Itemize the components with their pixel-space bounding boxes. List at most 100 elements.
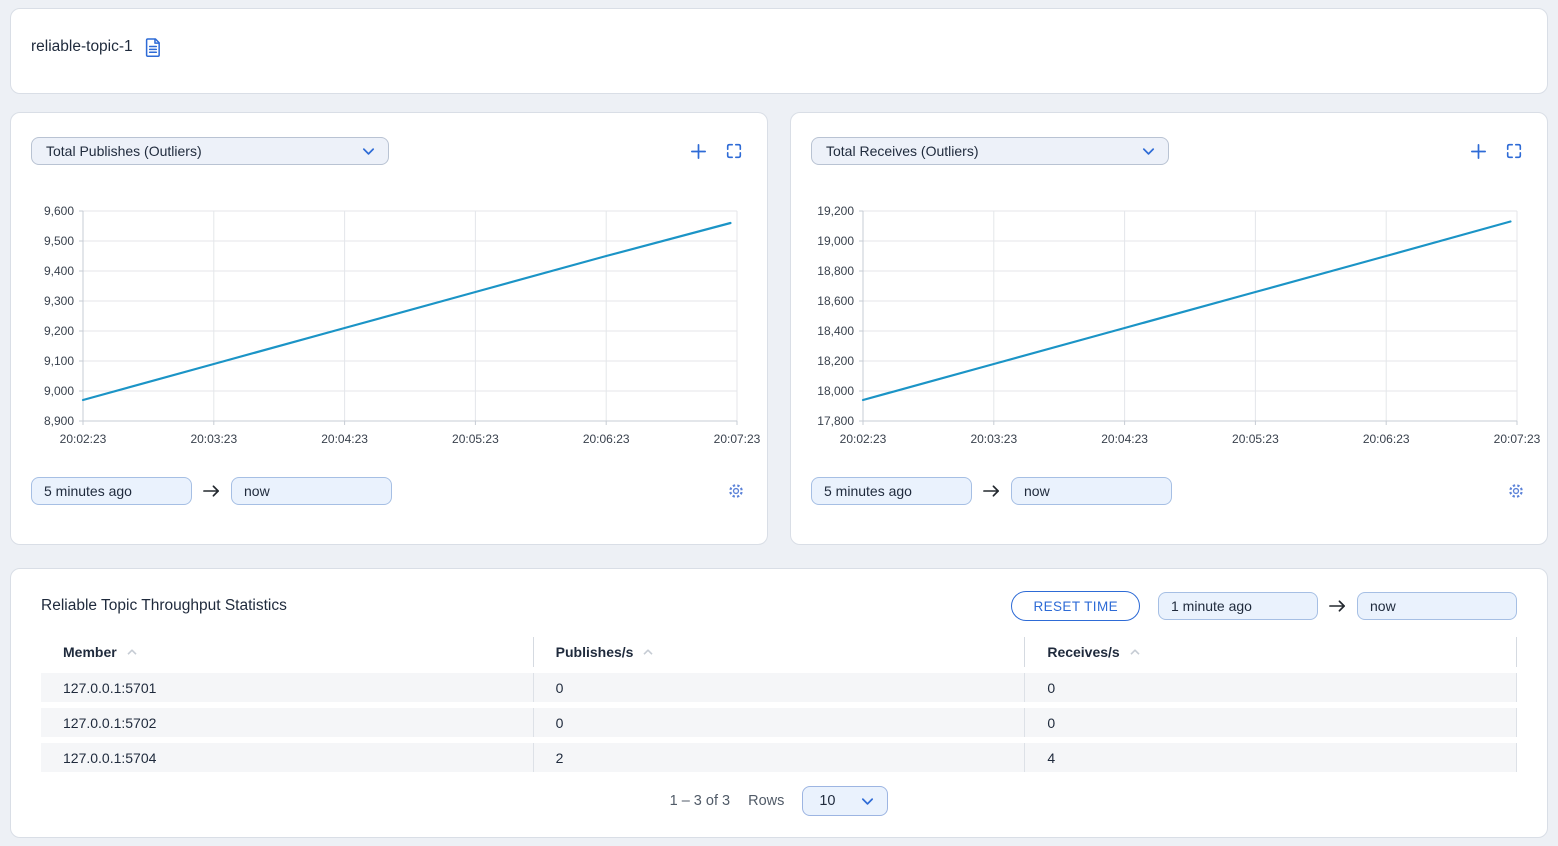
fullscreen-button[interactable] [725,142,743,160]
publishes-line-chart: 8,900 9,000 9,100 9,200 9,300 9,400 9,500 9,600… [31,203,747,453]
svg-text:20:02:23: 20:02:23 [60,432,107,446]
svg-text:18,600: 18,600 [817,294,854,308]
svg-text:18,200: 18,200 [817,354,854,368]
rows-per-page-label: Rows [748,793,784,809]
svg-text:20:05:23: 20:05:23 [452,432,499,446]
svg-text:20:04:23: 20:04:23 [321,432,368,446]
svg-text:20:07:23: 20:07:23 [714,432,761,446]
time-to-input[interactable] [231,477,392,505]
chart-actions [689,142,747,161]
stats-time-to-input[interactable] [1357,592,1517,620]
svg-text:18,800: 18,800 [817,264,854,278]
chevron-down-icon [1141,144,1156,159]
svg-text:9,300: 9,300 [44,294,74,308]
cell-receives: 4 [1024,743,1516,772]
stats-time-from-input[interactable] [1158,592,1318,620]
caret-up-icon [642,648,654,656]
svg-text:9,600: 9,600 [44,204,74,218]
svg-text:20:06:23: 20:06:23 [583,432,630,446]
arrow-right-icon [202,483,221,499]
time-from-input[interactable] [811,477,972,505]
svg-text:20:06:23: 20:06:23 [1363,432,1410,446]
add-chart-button[interactable] [1469,142,1488,161]
svg-text:19,200: 19,200 [817,204,854,218]
column-header-publishes[interactable]: Publishes/s [533,637,1025,667]
caret-up-icon [1129,648,1141,656]
document-icon [143,37,162,58]
svg-text:9,000: 9,000 [44,384,74,398]
caret-up-icon [126,648,138,656]
table-row: 127.0.0.1:5701 0 0 [41,673,1517,702]
stats-head: Reliable Topic Throughput Statistics RES… [41,591,1517,621]
svg-text:18,400: 18,400 [817,324,854,338]
table-row: 127.0.0.1:5702 0 0 [41,708,1517,737]
fullscreen-button[interactable] [1505,142,1523,160]
receives-chart-card: Total Receives (Outliers) 17,800 18,000 18… [790,112,1548,545]
arrow-right-icon [982,483,1001,499]
column-header-member[interactable]: Member [41,637,533,667]
page-title: reliable-topic-1 [31,38,133,56]
cell-member: 127.0.0.1:5701 [41,673,533,702]
chart-settings-button[interactable] [727,482,747,500]
metric-selector-label: Total Receives (Outliers) [826,143,979,159]
chart-foot [811,477,1527,505]
svg-text:20:05:23: 20:05:23 [1232,432,1279,446]
metric-selector-receives[interactable]: Total Receives (Outliers) [811,137,1169,165]
receives-line-chart: 17,800 18,000 18,200 18,400 18,600 18,800 19,0… [811,203,1527,453]
svg-text:20:03:23: 20:03:23 [190,432,237,446]
chevron-down-icon [860,794,875,809]
table-row: 127.0.0.1:5704 2 4 [41,743,1517,772]
rows-per-page-select[interactable]: 10 [802,786,888,816]
reset-time-button[interactable]: RESET TIME [1011,591,1140,621]
svg-text:19,000: 19,000 [817,234,854,248]
chart-head: Total Receives (Outliers) [811,137,1527,165]
gear-icon [1507,482,1525,500]
table-header-row: Member Publishes/s Receives/s [41,637,1517,667]
chart-settings-button[interactable] [1507,482,1527,500]
chevron-down-icon [361,144,376,159]
cell-receives: 0 [1024,708,1516,737]
arrow-right-icon [1328,598,1347,614]
plus-icon [689,142,708,161]
cell-publishes: 0 [533,708,1025,737]
publishes-chart-card: Total Publishes (Outliers) 8,900 9,000 9,1… [10,112,768,545]
svg-text:20:03:23: 20:03:23 [970,432,1017,446]
pagination-range: 1 – 3 of 3 [670,793,730,809]
charts-row: Total Publishes (Outliers) 8,900 9,000 9,1… [10,112,1548,545]
svg-text:20:02:23: 20:02:23 [840,432,887,446]
chart-foot [31,477,747,505]
metric-selector-publishes[interactable]: Total Publishes (Outliers) [31,137,389,165]
svg-text:17,800: 17,800 [817,414,854,428]
svg-text:9,500: 9,500 [44,234,74,248]
svg-text:20:04:23: 20:04:23 [1101,432,1148,446]
page: reliable-topic-1 Total Publishes (Outlie… [0,0,1558,846]
time-from-input[interactable] [31,477,192,505]
pagination: 1 – 3 of 3 Rows 10 [31,786,1527,816]
time-to-input[interactable] [1011,477,1172,505]
svg-text:8,900: 8,900 [44,414,74,428]
svg-text:9,200: 9,200 [44,324,74,338]
gear-icon [727,482,745,500]
metric-selector-label: Total Publishes (Outliers) [46,143,202,159]
plus-icon [1469,142,1488,161]
svg-text:20:07:23: 20:07:23 [1494,432,1541,446]
svg-text:9,400: 9,400 [44,264,74,278]
throughput-stats-card: Reliable Topic Throughput Statistics RES… [10,568,1548,838]
stats-title: Reliable Topic Throughput Statistics [41,597,287,615]
throughput-table: Member Publishes/s Receives/s 127.0.0.1:… [41,637,1517,772]
svg-text:18,000: 18,000 [817,384,854,398]
add-chart-button[interactable] [689,142,708,161]
svg-text:9,100: 9,100 [44,354,74,368]
cell-publishes: 2 [533,743,1025,772]
topic-config-button[interactable] [143,37,162,58]
cell-publishes: 0 [533,673,1025,702]
cell-receives: 0 [1024,673,1516,702]
fullscreen-icon [725,142,743,160]
topic-header-card: reliable-topic-1 [10,8,1548,94]
column-header-receives[interactable]: Receives/s [1024,637,1516,667]
cell-member: 127.0.0.1:5702 [41,708,533,737]
fullscreen-icon [1505,142,1523,160]
cell-member: 127.0.0.1:5704 [41,743,533,772]
chart-head: Total Publishes (Outliers) [31,137,747,165]
chart-actions [1469,142,1527,161]
